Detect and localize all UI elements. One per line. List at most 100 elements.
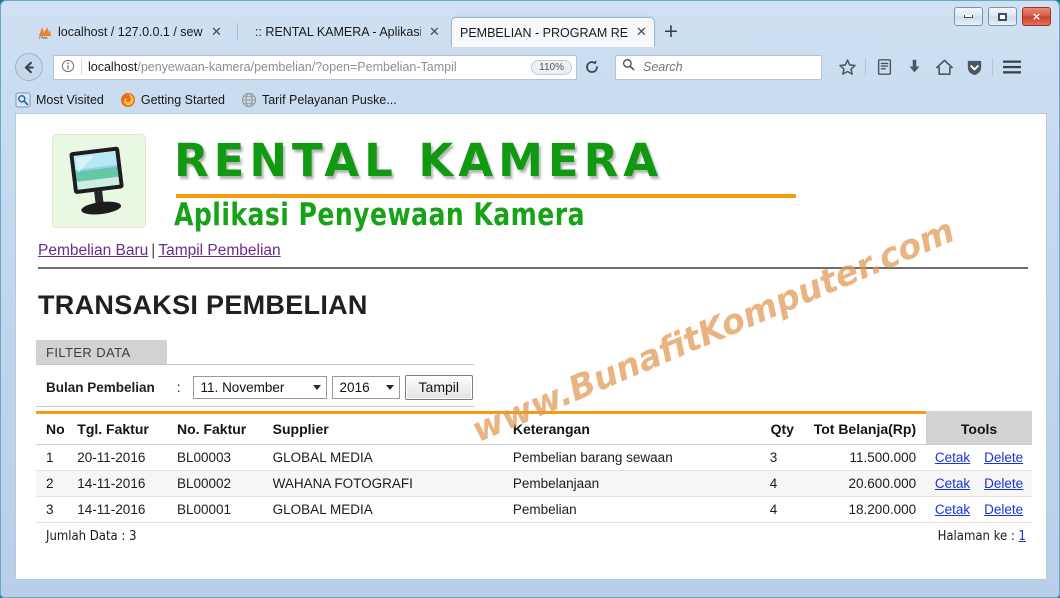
filter-field-label: Bulan Pembelian bbox=[46, 379, 155, 395]
col-header-tgl: Tgl. Faktur bbox=[71, 411, 172, 445]
year-select[interactable]: 2016 bbox=[331, 375, 400, 399]
browser-tab-1[interactable]: PMA localhost / 127.0.0.1 / sewa... ✕ bbox=[29, 17, 229, 47]
browser-tab-3[interactable]: PEMBELIAN - PROGRAM RENT... ✕ bbox=[451, 17, 655, 47]
downloads-icon[interactable] bbox=[899, 53, 929, 81]
address-bar[interactable]: localhost/penyewaan-kamera/pembelian/?op… bbox=[53, 54, 577, 80]
page-number-link[interactable]: 1 bbox=[1019, 529, 1026, 544]
site-title: RENTAL KAMERA bbox=[174, 134, 664, 187]
sync-shield-icon[interactable] bbox=[959, 53, 989, 81]
search-input[interactable] bbox=[641, 55, 815, 79]
tampil-button[interactable]: Tampil bbox=[404, 374, 474, 400]
cell-keterangan: Pembelian bbox=[506, 496, 748, 523]
most-visited-icon bbox=[15, 92, 31, 108]
new-tab-button[interactable]: + bbox=[661, 22, 681, 42]
delete-link[interactable]: Delete bbox=[984, 476, 1023, 491]
cell-tgl: 20-11-2016 bbox=[71, 444, 172, 471]
page-viewport: RENTAL KAMERA Aplikasi Penyewaan Kamera … bbox=[15, 113, 1047, 580]
reader-list-icon[interactable] bbox=[869, 53, 899, 81]
month-select[interactable]: 11. November bbox=[192, 375, 327, 399]
bookmark-getting-started[interactable]: Getting Started bbox=[120, 92, 225, 108]
delete-link[interactable]: Delete bbox=[984, 502, 1023, 517]
nav-divider bbox=[38, 267, 1028, 269]
maximize-icon bbox=[998, 12, 1007, 21]
filter-row: Bulan Pembelian : 11. November 2016 Tamp… bbox=[36, 370, 474, 404]
cell-tgl: 14-11-2016 bbox=[71, 470, 172, 497]
cell-tools: Cetak Delete bbox=[926, 496, 1032, 523]
record-count-label: Jumlah Data : 3 bbox=[36, 522, 507, 549]
cell-total: 18.200.000 bbox=[799, 496, 927, 523]
minimize-icon bbox=[964, 15, 973, 18]
back-arrow-icon bbox=[24, 61, 34, 73]
nav-link-pembelian-baru[interactable]: Pembelian Baru bbox=[38, 242, 148, 259]
browser-window: PMA localhost / 127.0.0.1 / sewa... ✕ ::… bbox=[0, 0, 1060, 598]
col-header-no: No bbox=[36, 411, 72, 445]
phpmyadmin-icon: PMA bbox=[37, 24, 53, 40]
cell-tools: Cetak Delete bbox=[926, 470, 1032, 497]
filter-panel-tab: FILTER DATA bbox=[36, 340, 167, 364]
identity-divider bbox=[81, 59, 82, 75]
pagination: Halaman ke : 1 bbox=[506, 522, 1032, 549]
reload-button[interactable] bbox=[579, 55, 605, 80]
purchase-table: No Tgl. Faktur No. Faktur Supplier Keter… bbox=[36, 411, 1032, 549]
cell-qty: 4 bbox=[747, 470, 800, 497]
home-icon[interactable] bbox=[929, 53, 959, 81]
cetak-link[interactable]: Cetak bbox=[935, 476, 970, 491]
cell-keterangan: Pembelanjaan bbox=[506, 470, 748, 497]
tab-divider bbox=[237, 23, 238, 41]
bookmark-most-visited[interactable]: Most Visited bbox=[15, 92, 104, 108]
col-header-total: Tot Belanja(Rp) bbox=[799, 411, 927, 445]
delete-link[interactable]: Delete bbox=[984, 450, 1023, 465]
cell-nofak: BL00001 bbox=[171, 496, 267, 523]
table-head: No Tgl. Faktur No. Faktur Supplier Keter… bbox=[36, 411, 1032, 445]
cell-supplier: WAHANA FOTOGRAFI bbox=[266, 470, 507, 497]
maximize-button[interactable] bbox=[988, 7, 1017, 26]
url-text: localhost/penyewaan-kamera/pembelian/?op… bbox=[88, 60, 527, 74]
search-bar[interactable] bbox=[615, 54, 822, 80]
back-button[interactable] bbox=[15, 53, 43, 81]
nav-link-tampil-pembelian[interactable]: Tampil Pembelian bbox=[158, 242, 280, 259]
cell-tgl: 14-11-2016 bbox=[71, 496, 172, 523]
hamburger-menu-icon[interactable] bbox=[996, 53, 1028, 81]
col-header-nofak: No. Faktur bbox=[171, 411, 267, 445]
toolbar-icons bbox=[832, 53, 1028, 81]
bookmark-label: Getting Started bbox=[140, 93, 225, 107]
bookmark-label: Tarif Pelayanan Puske... bbox=[261, 93, 397, 107]
col-header-keterangan: Keterangan bbox=[506, 411, 748, 445]
monitor-icon bbox=[69, 146, 124, 215]
close-button[interactable]: × bbox=[1022, 7, 1051, 26]
window-controls: × bbox=[954, 7, 1051, 26]
pagination-label: Halaman ke : bbox=[937, 529, 1019, 544]
tab-close-icon[interactable]: ✕ bbox=[428, 26, 441, 39]
cell-nofak: BL00002 bbox=[171, 470, 267, 497]
cell-tools: Cetak Delete bbox=[926, 444, 1032, 471]
tab-close-icon[interactable]: ✕ bbox=[210, 26, 223, 39]
cell-qty: 4 bbox=[747, 496, 800, 523]
cetak-link[interactable]: Cetak bbox=[935, 450, 970, 465]
svg-text:PMA: PMA bbox=[39, 35, 48, 40]
reload-icon bbox=[586, 60, 598, 73]
col-header-supplier: Supplier bbox=[266, 411, 507, 445]
page-title: TRANSAKSI PEMBELIAN bbox=[38, 290, 368, 320]
table-header-row: No Tgl. Faktur No. Faktur Supplier Keter… bbox=[36, 411, 1032, 445]
filter-panel-bottomline bbox=[36, 406, 474, 407]
url-path: /penyewaan-kamera/pembelian/?open=Pembel… bbox=[137, 60, 457, 74]
bookmark-star-icon[interactable] bbox=[832, 53, 862, 81]
toolbar-divider bbox=[992, 58, 993, 76]
minimize-button[interactable] bbox=[954, 7, 983, 26]
month-select-value: 11. November bbox=[200, 379, 285, 395]
site-nav: Pembelian Baru | Tampil Pembelian bbox=[38, 242, 1028, 260]
bookmarks-toolbar: Most Visited Getting Started Tarif Pelay… bbox=[1, 87, 1060, 113]
chevron-down-icon bbox=[312, 384, 321, 390]
browser-tab-2[interactable]: :: RENTAL KAMERA - Aplikasi P... ✕ bbox=[247, 17, 447, 47]
table-body: 1 20-11-2016 BL00003 GLOBAL MEDIA Pembel… bbox=[36, 444, 1032, 523]
site-identity-icon[interactable] bbox=[60, 59, 76, 75]
tab-close-icon[interactable]: ✕ bbox=[635, 26, 648, 39]
zoom-level-badge[interactable]: 110% bbox=[531, 59, 572, 75]
table-footer-row: Jumlah Data : 3 Halaman ke : 1 bbox=[36, 522, 1032, 549]
cetak-link[interactable]: Cetak bbox=[935, 502, 970, 517]
cell-no: 1 bbox=[36, 444, 72, 471]
cell-total: 20.600.000 bbox=[799, 470, 927, 497]
bookmark-tarif-pelayanan[interactable]: Tarif Pelayanan Puske... bbox=[241, 92, 397, 108]
filter-panel-topline bbox=[36, 364, 474, 365]
cell-nofak: BL00003 bbox=[171, 444, 267, 471]
